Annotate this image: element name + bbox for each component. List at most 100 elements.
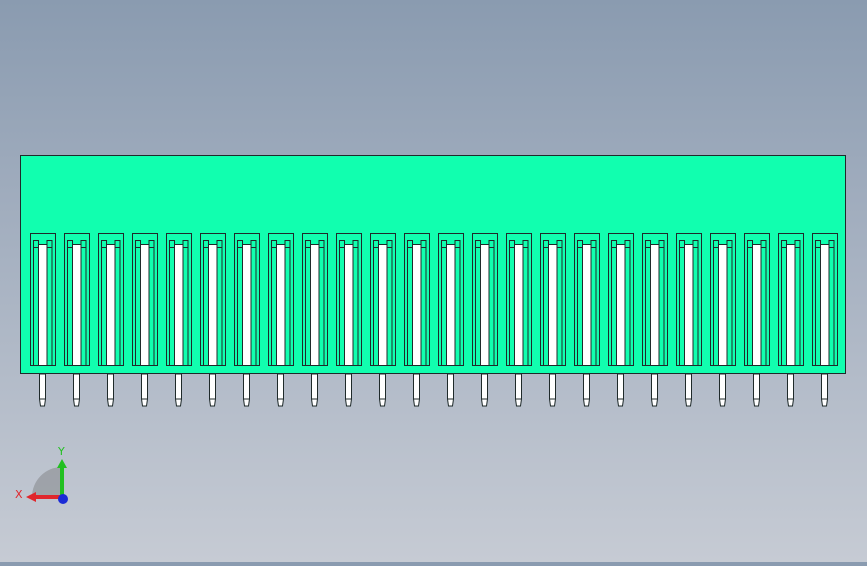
slot-wall-left <box>67 247 73 366</box>
slot-contact <box>718 244 728 366</box>
slot-contact <box>242 244 252 366</box>
slot-contact <box>514 244 524 366</box>
pin-shaft <box>175 373 182 407</box>
connector-pin <box>107 373 114 407</box>
pin-slot <box>642 233 668 366</box>
pin-shaft <box>73 373 80 407</box>
slot-wall-left <box>679 247 685 366</box>
view-orientation-triad[interactable]: Y X <box>14 440 78 510</box>
pin-slot <box>710 233 736 366</box>
slot-wall-left <box>237 247 243 366</box>
pin-slot <box>744 233 770 366</box>
pin-shaft <box>413 373 420 407</box>
pin-slot <box>472 233 498 366</box>
slot-contact <box>310 244 320 366</box>
slot-contact <box>38 244 48 366</box>
slot-wall-left <box>611 247 617 366</box>
slot-contact <box>174 244 184 366</box>
connector-pin <box>515 373 522 407</box>
pin-shaft <box>39 373 46 407</box>
slot-wall-left <box>815 247 821 366</box>
z-axis-dot <box>58 494 68 504</box>
pin-slot <box>506 233 532 366</box>
connector-pin <box>651 373 658 407</box>
slot-wall-left <box>271 247 277 366</box>
graphics-viewport[interactable]: Y X <box>0 0 867 562</box>
pin-slot <box>234 233 260 366</box>
pin-shaft <box>583 373 590 407</box>
slot-wall-right <box>420 247 427 366</box>
connector-pin <box>821 373 828 407</box>
pin-group <box>39 373 828 407</box>
slot-contact <box>140 244 150 366</box>
slot-wall-left <box>509 247 515 366</box>
pin-shaft <box>379 373 386 407</box>
pin-slot <box>812 233 838 366</box>
slot-contact <box>106 244 116 366</box>
slot-contact <box>446 244 456 366</box>
pin-shaft <box>515 373 522 407</box>
slot-wall-right <box>726 247 733 366</box>
connector-pin <box>787 373 794 407</box>
slot-wall-right <box>658 247 665 366</box>
connector-model[interactable] <box>0 0 867 562</box>
slot-wall-right <box>352 247 359 366</box>
slot-wall-right <box>454 247 461 366</box>
connector-pin <box>549 373 556 407</box>
pin-slot <box>98 233 124 366</box>
slot-contact <box>786 244 796 366</box>
slot-wall-right <box>794 247 801 366</box>
slot-wall-right <box>80 247 87 366</box>
slot-wall-left <box>305 247 311 366</box>
connector-pin <box>345 373 352 407</box>
pin-slot <box>404 233 430 366</box>
slot-wall-right <box>760 247 767 366</box>
pin-shaft <box>107 373 114 407</box>
pin-shaft <box>243 373 250 407</box>
slot-wall-left <box>713 247 719 366</box>
slot-contact <box>412 244 422 366</box>
connector-pin <box>379 373 386 407</box>
slot-wall-left <box>373 247 379 366</box>
slot-contact <box>650 244 660 366</box>
slot-wall-left <box>33 247 39 366</box>
connector-pin <box>481 373 488 407</box>
connector-pin <box>753 373 760 407</box>
pin-slot <box>132 233 158 366</box>
slot-wall-left <box>441 247 447 366</box>
triad-quadrant-icon <box>32 467 62 497</box>
pin-slot <box>676 233 702 366</box>
slot-wall-right <box>284 247 291 366</box>
slot-wall-left <box>203 247 209 366</box>
pin-slot <box>336 233 362 366</box>
pin-shaft <box>311 373 318 407</box>
connector-pin <box>719 373 726 407</box>
slot-wall-right <box>216 247 223 366</box>
slot-wall-right <box>828 247 835 366</box>
pin-slot <box>438 233 464 366</box>
slot-wall-right <box>148 247 155 366</box>
connector-pin <box>277 373 284 407</box>
pin-shaft <box>277 373 284 407</box>
connector-pin <box>583 373 590 407</box>
slot-wall-left <box>645 247 651 366</box>
connector-pin <box>447 373 454 407</box>
slot-wall-right <box>522 247 529 366</box>
pin-slot <box>778 233 804 366</box>
slot-contact <box>752 244 762 366</box>
pin-shaft <box>685 373 692 407</box>
x-axis-label: X <box>15 488 23 501</box>
slot-wall-right <box>182 247 189 366</box>
connector-pin <box>685 373 692 407</box>
slot-contact <box>480 244 490 366</box>
slot-wall-right <box>250 247 257 366</box>
connector-pin <box>209 373 216 407</box>
slot-contact <box>820 244 830 366</box>
slot-wall-left <box>577 247 583 366</box>
pin-shaft <box>719 373 726 407</box>
pin-shaft <box>345 373 352 407</box>
slot-wall-left <box>475 247 481 366</box>
slot-contact <box>72 244 82 366</box>
pin-slot <box>608 233 634 366</box>
connector-pin <box>39 373 46 407</box>
